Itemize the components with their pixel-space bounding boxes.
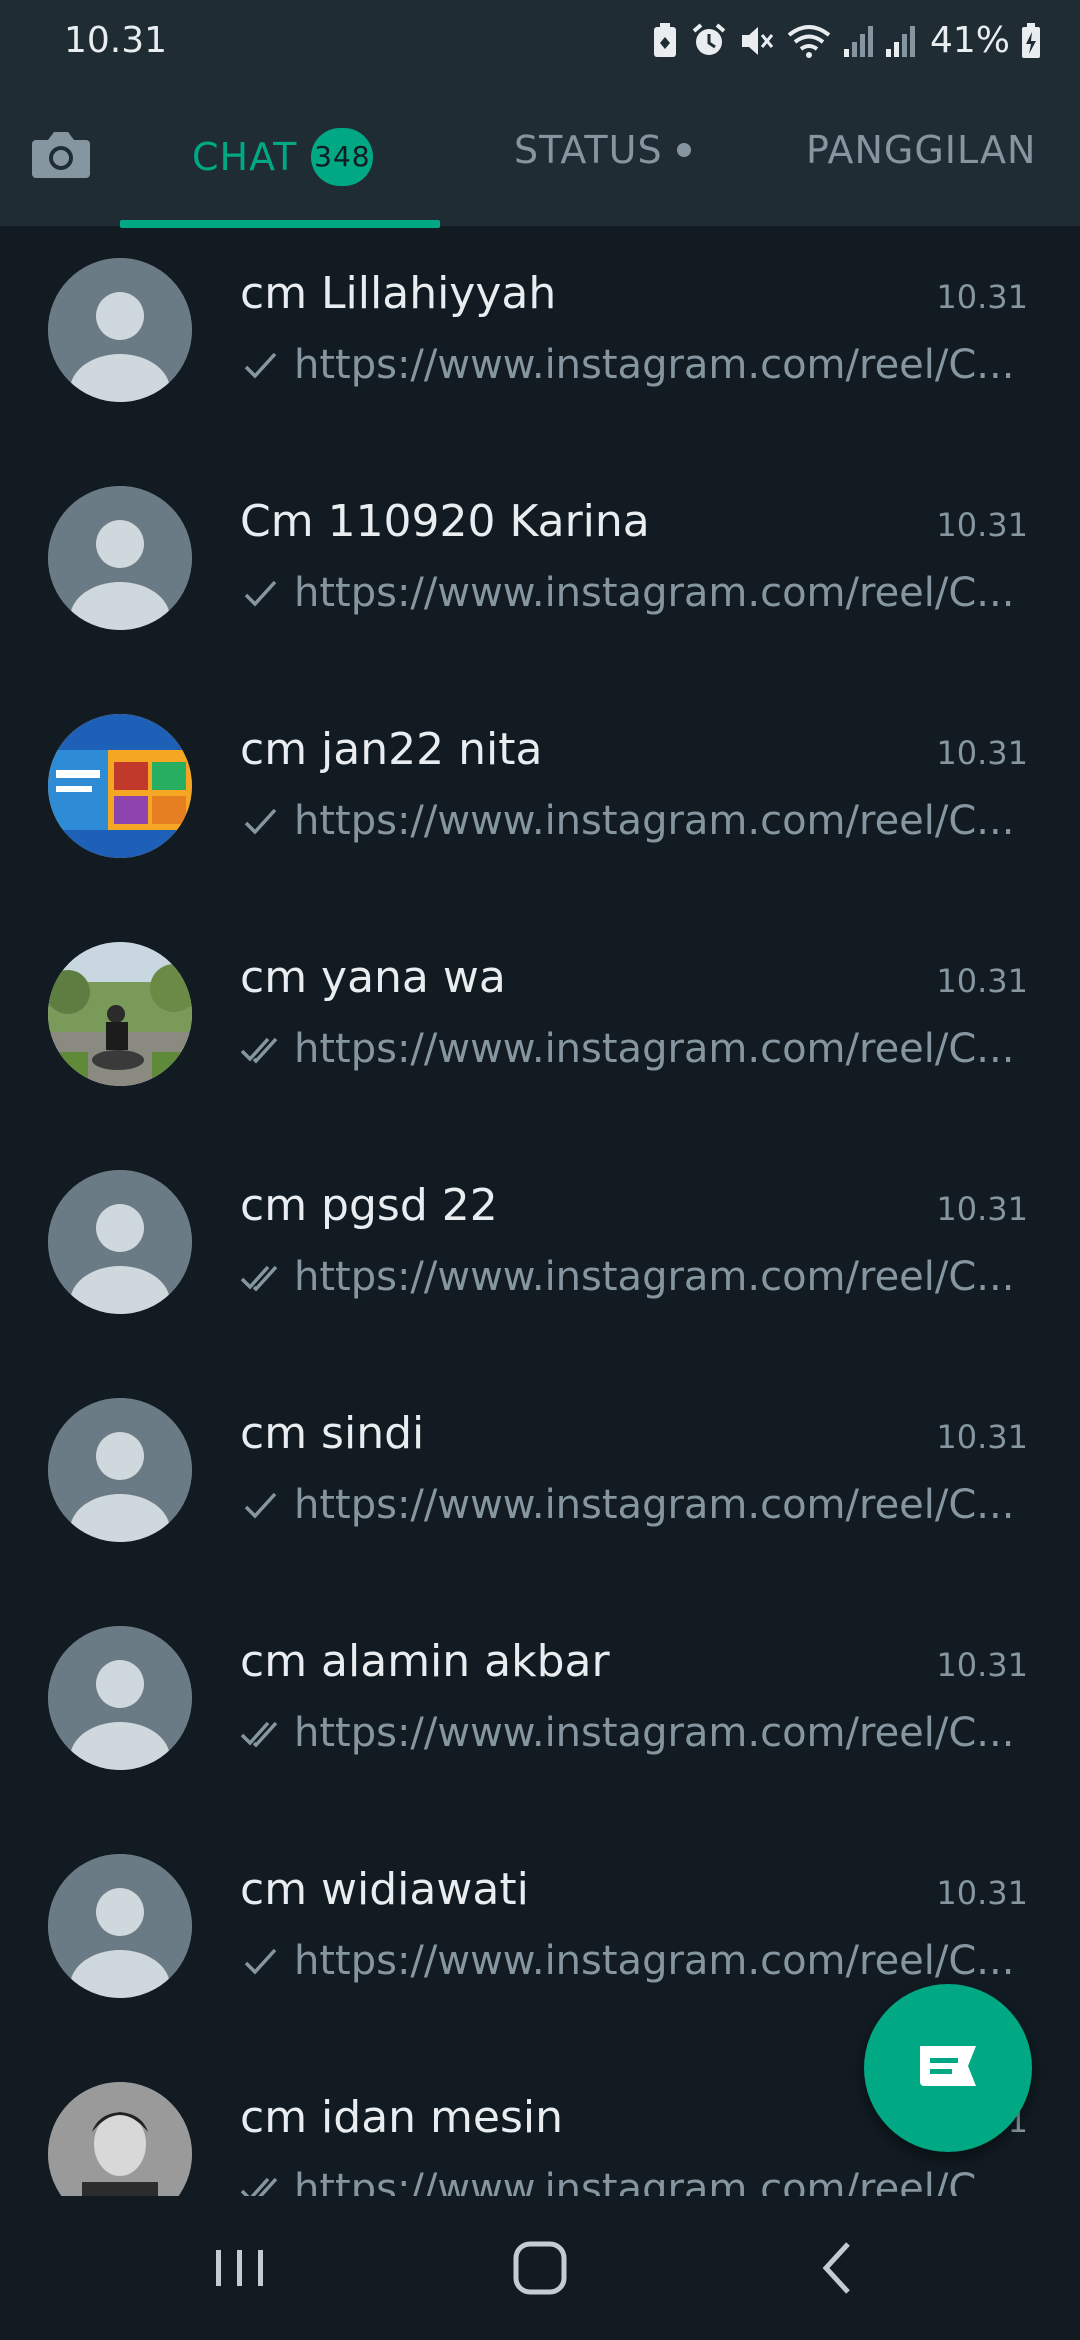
chat-preview: https://www.instagram.com/reel/C... [240,1710,1020,1756]
chat-preview-text: https://www.instagram.com/reel/C... [294,1254,1015,1300]
chat-preview: https://www.instagram.com/reel/C... [240,2166,1020,2196]
portrait-photo-avatar [48,2082,192,2196]
new-chat-button[interactable] [864,1984,1032,2152]
camera-icon[interactable] [30,126,92,182]
battery-charging-icon [1022,22,1040,58]
chat-name: cm jan22 nita [240,724,543,775]
single-check-icon [244,580,277,607]
battery-percentage: 41% [929,20,1010,61]
chat-preview-text: https://www.instagram.com/reel/C... [294,2166,1015,2196]
chat-preview: https://www.instagram.com/reel/C... [240,1026,1020,1072]
chat-row[interactable]: cm Lillahiyyah 10.31 https://www.instagr… [0,226,1080,454]
tab-chat[interactable]: CHAT 348 [192,128,374,186]
tab-calls[interactable]: PANGGILAN [806,128,1036,172]
default-avatar-icon [48,486,192,630]
motorbike-photo-avatar [48,942,192,1086]
double-check-icon [240,1265,278,1292]
chat-row[interactable]: Cm 110920 Karina 10.31 https://www.insta… [0,454,1080,682]
double-check-icon [240,1037,278,1064]
tab-calls-label: PANGGILAN [806,128,1037,172]
tab-status-label: STATUS [514,128,663,172]
chat-time: 10.31 [936,506,1028,544]
avatar[interactable] [48,258,192,402]
battery-saver-icon [653,22,676,57]
home-icon[interactable] [500,2232,580,2304]
back-icon[interactable] [800,2232,880,2304]
chat-preview-text: https://www.instagram.com/reel/C... [294,342,1015,388]
poster-photo-avatar [48,714,192,858]
avatar[interactable] [48,1854,192,1998]
chat-time: 10.31 [936,1418,1028,1456]
chat-name: cm idan mesin [240,2092,563,2143]
chat-time: 10.31 [936,734,1028,772]
avatar[interactable] [48,1398,192,1542]
double-check-icon [240,1721,278,1748]
avatar[interactable] [48,2082,192,2196]
chat-row[interactable]: cm yana wa 10.31 https://www.instagram.c… [0,910,1080,1138]
chat-name: cm Lillahiyyah [240,268,557,319]
chat-name: cm pgsd 22 [240,1180,498,1231]
chat-name: Cm 110920 Karina [240,496,650,547]
chat-time: 10.31 [936,278,1028,316]
status-time: 10.31 [64,20,168,61]
chat-time: 10.31 [936,1874,1028,1912]
chat-preview: https://www.instagram.com/reel/C... [240,342,1020,388]
new-chat-icon [920,2046,976,2086]
tab-status[interactable]: STATUS [514,128,691,172]
chat-preview-text: https://www.instagram.com/reel/C... [294,1026,1015,1072]
chat-name: cm sindi [240,1408,425,1459]
default-avatar-icon [48,258,192,402]
mute-icon [741,26,774,55]
chat-preview-text: https://www.instagram.com/reel/C... [294,798,1015,844]
chat-row[interactable]: cm alamin akbar 10.31 https://www.instag… [0,1594,1080,1822]
avatar[interactable] [48,486,192,630]
chat-row[interactable]: cm pgsd 22 10.31 https://www.instagram.c… [0,1138,1080,1366]
default-avatar-icon [48,1854,192,1998]
single-check-icon [244,808,277,835]
signal-icon [843,25,873,57]
chat-name: cm alamin akbar [240,1636,610,1687]
avatar[interactable] [48,1170,192,1314]
chat-preview: https://www.instagram.com/reel/C... [240,1254,1020,1300]
unread-count-badge: 348 [311,128,374,186]
chat-time: 10.31 [936,1646,1028,1684]
signal-icon [885,25,915,57]
recents-icon[interactable] [200,2232,280,2304]
chat-name: cm yana wa [240,952,506,1003]
single-check-icon [244,352,277,379]
default-avatar-icon [48,1170,192,1314]
avatar[interactable] [48,1626,192,1770]
chat-preview: https://www.instagram.com/reel/C... [240,1938,1020,1984]
chat-time: 10.31 [936,962,1028,1000]
single-check-icon [244,1948,277,1975]
status-bar: 10.31 41% [0,0,1080,84]
chat-preview-text: https://www.instagram.com/reel/C... [294,1710,1015,1756]
chat-row[interactable]: cm sindi 10.31 https://www.instagram.com… [0,1366,1080,1594]
double-check-icon [240,2177,278,2196]
chat-preview-text: https://www.instagram.com/reel/C... [294,1938,1015,1984]
alarm-icon [692,22,726,55]
status-icons: 41% [650,20,1042,61]
system-nav-bar [0,2196,1080,2340]
top-tab-bar: CHAT 348 STATUS PANGGILAN [0,84,1080,228]
chat-name: cm widiawati [240,1864,529,1915]
chat-preview-text: https://www.instagram.com/reel/C... [294,570,1015,616]
chat-preview: https://www.instagram.com/reel/C... [240,570,1020,616]
wifi-icon [787,24,831,58]
default-avatar-icon [48,1626,192,1770]
default-avatar-icon [48,1398,192,1542]
avatar[interactable] [48,942,192,1086]
status-update-dot [676,143,691,157]
chat-preview: https://www.instagram.com/reel/C... [240,1482,1020,1528]
chat-preview: https://www.instagram.com/reel/C... [240,798,1020,844]
chat-preview-text: https://www.instagram.com/reel/C... [294,1482,1015,1528]
chat-time: 10.31 [936,1190,1028,1228]
chat-row[interactable]: cm jan22 nita 10.31 https://www.instagra… [0,682,1080,910]
single-check-icon [244,1492,277,1519]
tab-chat-label: CHAT [192,135,298,179]
avatar[interactable] [48,714,192,858]
chat-list[interactable]: cm Lillahiyyah 10.31 https://www.instagr… [0,226,1080,2196]
